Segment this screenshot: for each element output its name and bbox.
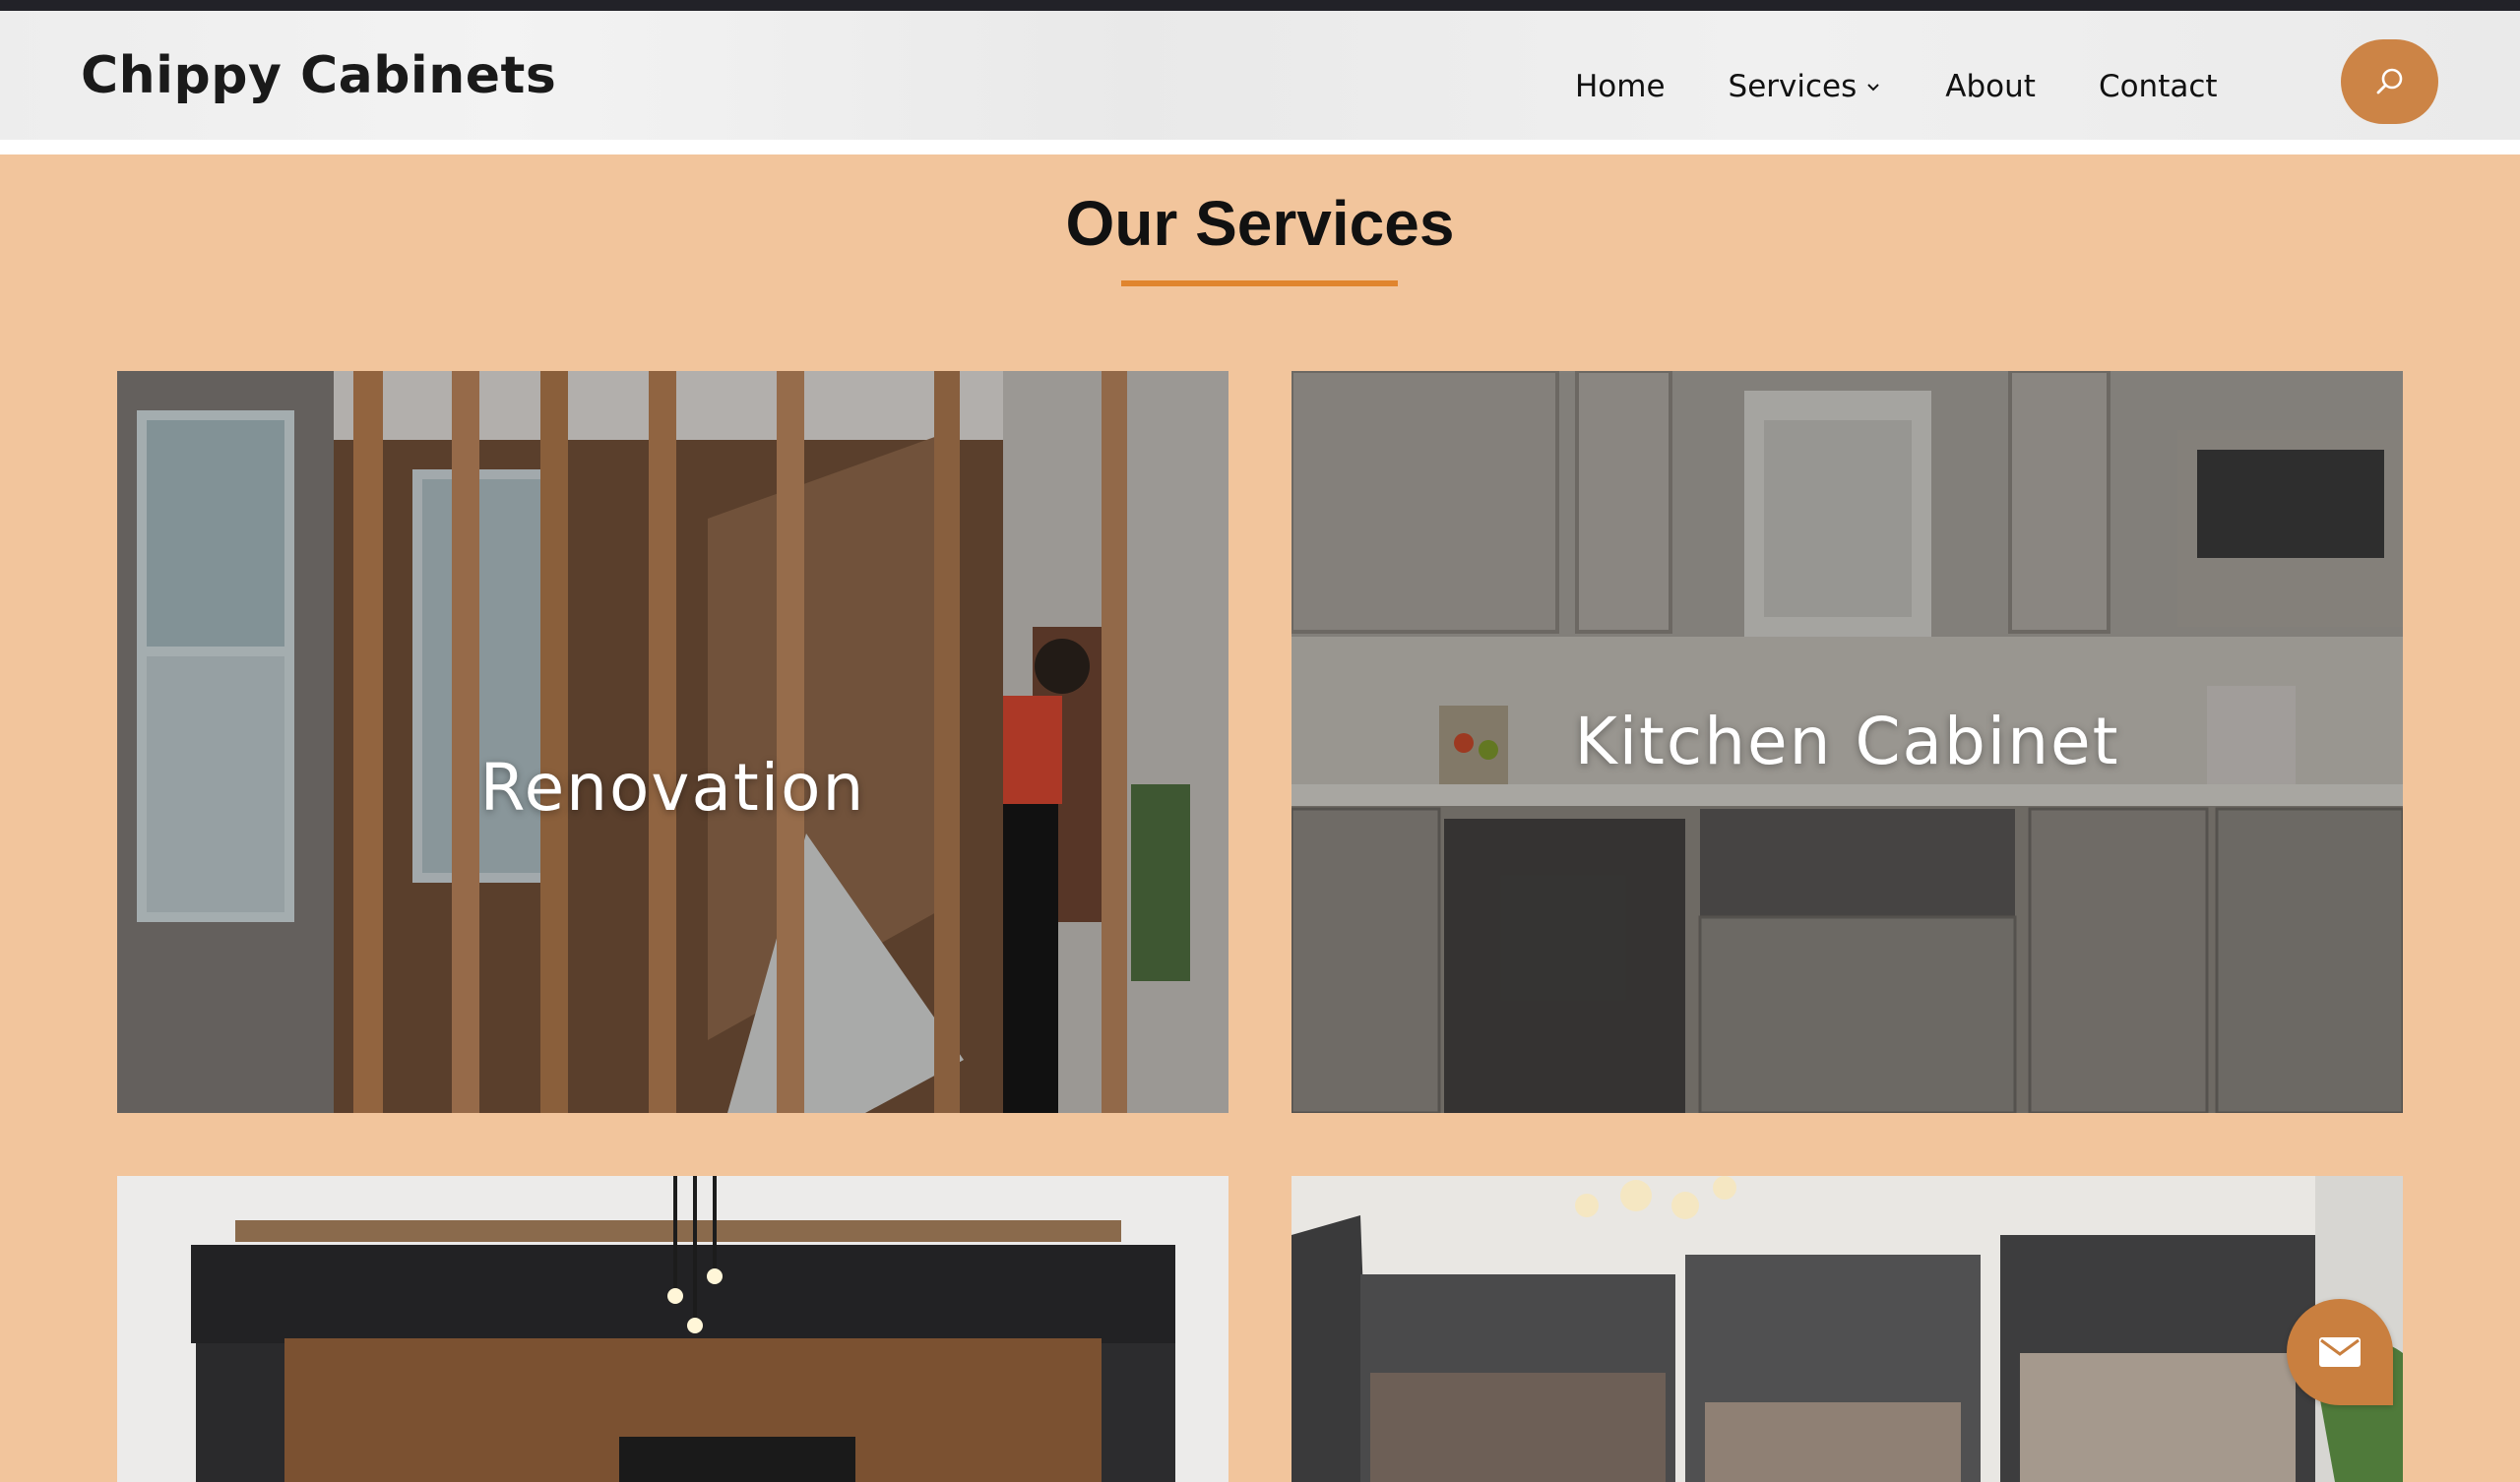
- site-header: Chippy Cabinets Home Services About Cont…: [0, 11, 2520, 154]
- service-card-3[interactable]: [117, 1176, 1228, 1482]
- title-underline: [1121, 280, 1398, 286]
- nav-contact[interactable]: Contact: [2099, 69, 2218, 104]
- chevron-down-icon: [1867, 84, 1879, 92]
- service-card-label: Renovation: [479, 750, 866, 826]
- service-card-kitchen-cabinet[interactable]: Kitchen Cabinet: [1292, 371, 2403, 1113]
- site-logo[interactable]: Chippy Cabinets: [81, 46, 556, 105]
- service-card-4[interactable]: [1292, 1176, 2403, 1482]
- service-card-label: Kitchen Cabinet: [1574, 704, 2120, 779]
- search-button[interactable]: [2341, 39, 2438, 124]
- section-title: Our Services: [1065, 188, 1455, 259]
- renovation-photo: [117, 371, 1228, 1113]
- main-nav: Home Services About Contact: [1575, 62, 2281, 111]
- nav-home[interactable]: Home: [1575, 69, 1666, 104]
- nav-services[interactable]: Services: [1729, 69, 1883, 104]
- mail-icon: [2319, 1337, 2361, 1367]
- contact-mail-button[interactable]: [2287, 1299, 2393, 1405]
- service-card-renovation[interactable]: Renovation: [117, 371, 1228, 1113]
- nav-services-label: Services: [1728, 69, 1858, 104]
- nav-about[interactable]: About: [1945, 69, 2036, 104]
- search-icon: [2376, 68, 2402, 94]
- media-wall-photo: [117, 1176, 1228, 1482]
- top-bar: [0, 0, 2520, 11]
- closet-photo: [1292, 1176, 2403, 1482]
